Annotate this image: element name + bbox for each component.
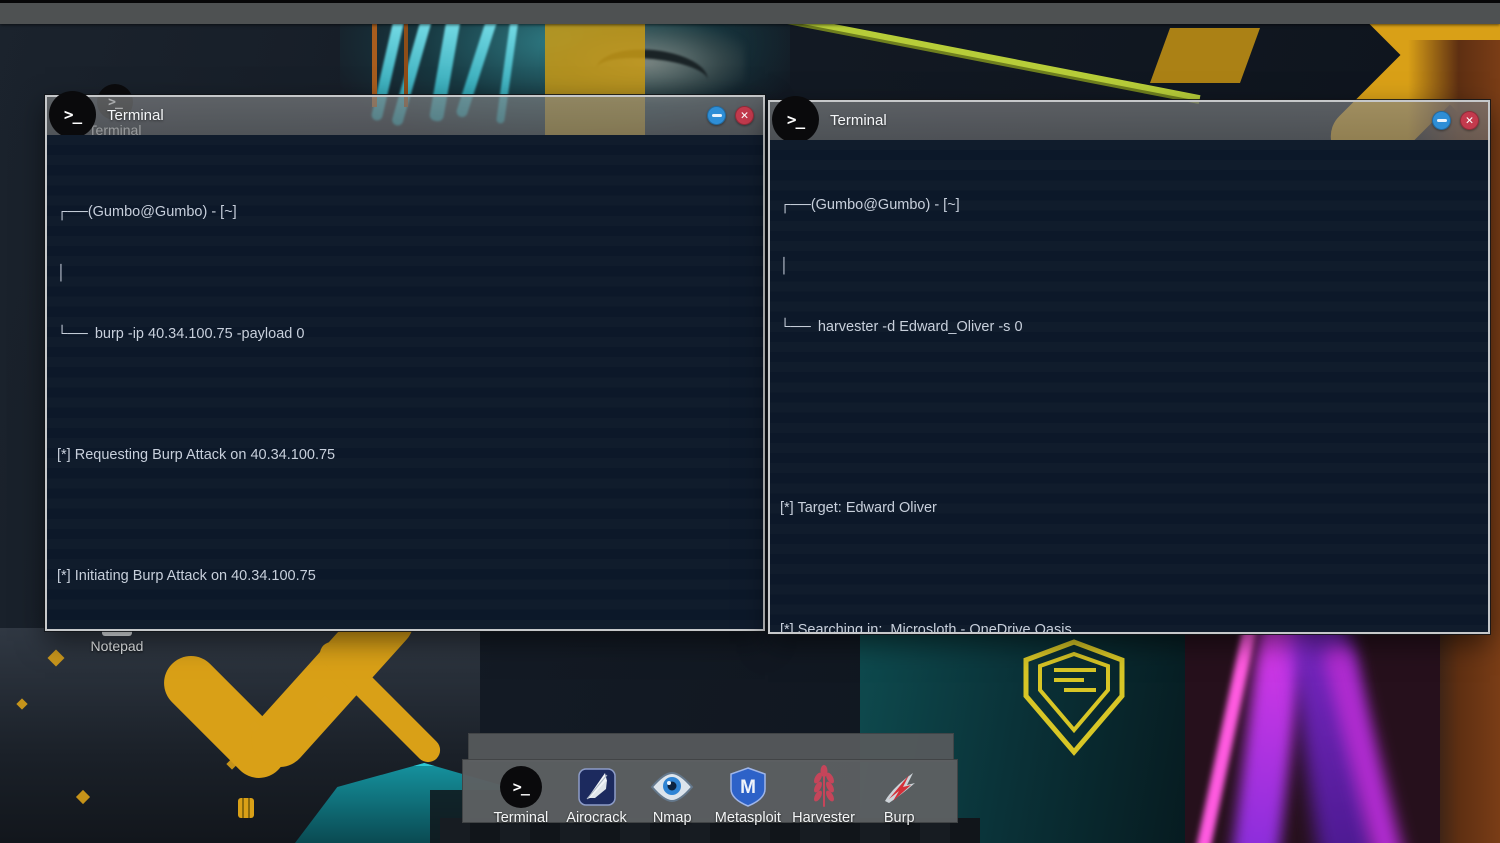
command-line: └── harvester -d Edward_Oliver -s 0 — [780, 317, 1478, 337]
dock-label: Terminal — [493, 810, 548, 826]
dock-panel: >_ Terminal Airocrack — [462, 759, 958, 823]
window-title: Terminal — [107, 107, 164, 124]
desktop-screen: >_ Terminal Notepad >_ Terminal ✕ ┌──(Gu… — [0, 0, 1500, 843]
dock-item-harvester[interactable]: Harvester — [786, 765, 862, 826]
terminal-output-area[interactable]: ┌──(Gumbo@Gumbo) - [~] │ └── harvester -d… — [770, 140, 1488, 632]
output-line: [*] Target: Edward Oliver — [780, 498, 1478, 518]
minimize-icon — [1437, 119, 1447, 122]
prompt-line: │ — [57, 263, 753, 283]
terminal-icon: >_ — [772, 96, 819, 143]
terminal-window-harvester: >_ Terminal ✕ ┌──(Gumbo@Gumbo) - [~] │ └… — [768, 100, 1490, 634]
close-button[interactable]: ✕ — [735, 106, 754, 125]
dock: >_ Terminal Airocrack — [462, 733, 958, 823]
terminal-icon: >_ — [500, 766, 542, 808]
minimize-button[interactable] — [1432, 111, 1451, 130]
eye-icon — [650, 765, 694, 809]
minimize-button[interactable] — [707, 106, 726, 125]
bolt-icon — [879, 765, 919, 809]
terminal-output-area[interactable]: ┌──(Gumbo@Gumbo) - [~] │ └── burp -ip 40.… — [47, 135, 763, 629]
terminal-window-burp: >_ Terminal ✕ ┌──(Gumbo@Gumbo) - [~] │ └… — [45, 95, 765, 631]
desktop-icon-label: Notepad — [91, 638, 144, 654]
output-line: [*] Searching in: Microsloth - OneDrive … — [780, 620, 1478, 632]
top-panel — [0, 0, 1500, 24]
terminal-icon: >_ — [49, 91, 96, 138]
prompt-line: │ — [780, 256, 1478, 276]
close-icon: ✕ — [1465, 115, 1474, 127]
output-line: [*] Requesting Burp Attack on 40.34.100.… — [57, 445, 753, 465]
command-text: burp -ip 40.34.100.75 -payload 0 — [95, 326, 305, 342]
prompt-prefix: └── — [57, 326, 88, 342]
close-icon: ✕ — [740, 110, 749, 122]
command-line: └── burp -ip 40.34.100.75 -payload 0 — [57, 324, 753, 344]
dock-label: Nmap — [653, 810, 692, 826]
svg-text:M: M — [740, 777, 756, 798]
dock-item-metasploit[interactable]: M Metasploit — [710, 765, 786, 826]
dock-item-terminal[interactable]: >_ Terminal — [483, 765, 559, 826]
shield-outline-icon — [1018, 638, 1130, 756]
minimize-icon — [712, 114, 722, 117]
shield-m-icon: M — [730, 765, 766, 809]
dock-label: Airocrack — [566, 810, 626, 826]
dock-tab — [468, 733, 954, 762]
prompt-line: ┌──(Gumbo@Gumbo) - [~] — [57, 202, 753, 222]
wallpaper-shield-emblem — [1018, 638, 1130, 756]
feather-icon — [577, 765, 617, 809]
close-button[interactable]: ✕ — [1460, 111, 1479, 130]
titlebar[interactable]: >_ Terminal ✕ — [47, 97, 763, 136]
titlebar[interactable]: >_ Terminal ✕ — [770, 102, 1488, 141]
wallpaper-gold-emblem — [238, 798, 254, 818]
dock-item-nmap[interactable]: Nmap — [634, 765, 710, 826]
dock-item-burp[interactable]: Burp — [861, 765, 937, 826]
window-title: Terminal — [830, 112, 887, 129]
command-text: harvester -d Edward_Oliver -s 0 — [818, 319, 1023, 335]
output-line: [*] Initiating Burp Attack on 40.34.100.… — [57, 566, 753, 586]
wheat-icon — [810, 765, 838, 809]
dock-label: Metasploit — [715, 810, 781, 826]
prompt-line: ┌──(Gumbo@Gumbo) - [~] — [780, 195, 1478, 215]
dock-label: Harvester — [792, 810, 855, 826]
dock-label: Burp — [884, 810, 915, 826]
dock-item-airocrack[interactable]: Airocrack — [559, 765, 635, 826]
prompt-prefix: └── — [780, 319, 811, 335]
